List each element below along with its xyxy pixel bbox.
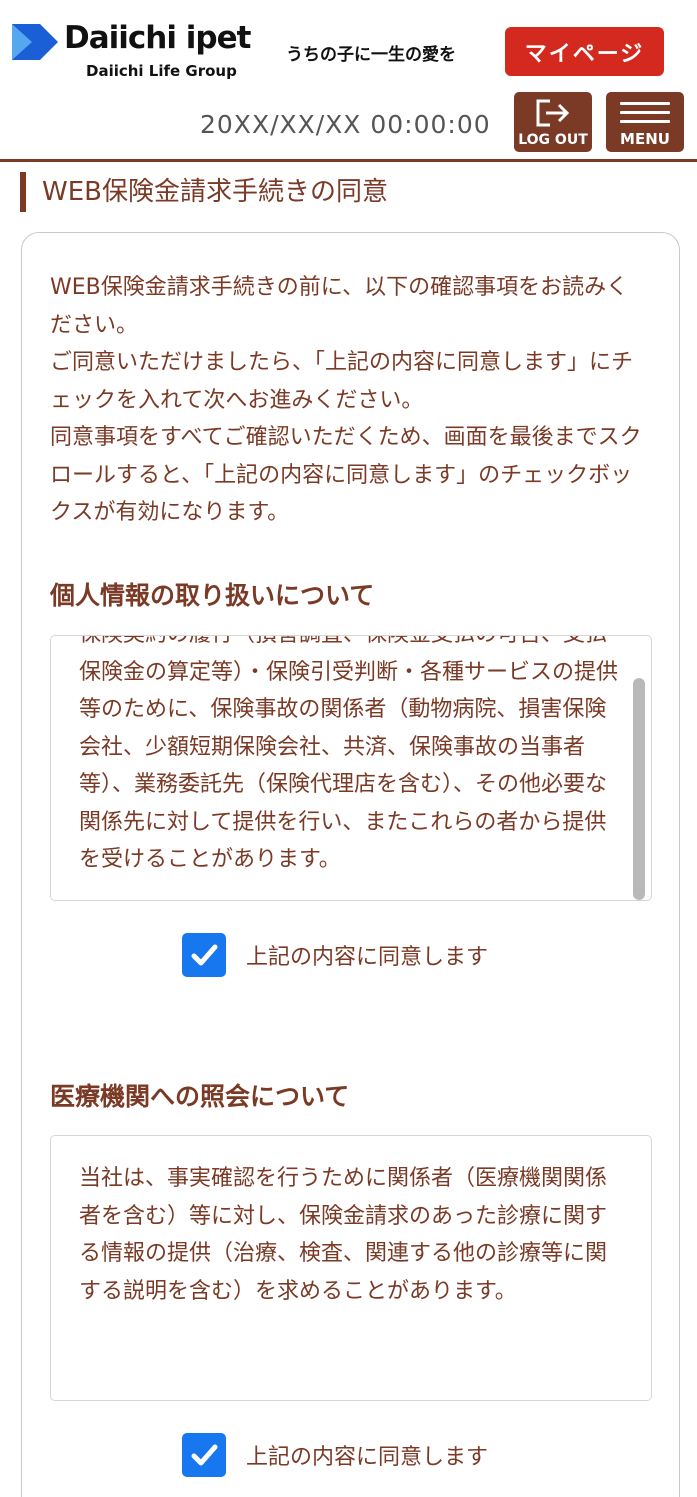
logo-mark-icon — [12, 24, 58, 60]
menu-button[interactable]: MENU — [606, 92, 684, 152]
agree-checkbox-privacy[interactable] — [182, 933, 226, 977]
logout-label: LOG OUT — [518, 132, 588, 148]
agree-row-privacy[interactable]: 上記の内容に同意します — [182, 933, 488, 977]
logout-icon — [536, 99, 570, 127]
privacy-scrollbox[interactable]: 保険契約の履行（損害調査、保険金支払の可否、支払保険金の算定等）・保険引受判断・… — [50, 635, 652, 901]
checkmark-icon — [191, 1444, 218, 1466]
medical-scrollbox[interactable]: 当社は、事実確認を行うために関係者（医療機関関係者を含む）等に対し、保険金請求の… — [50, 1135, 652, 1401]
consent-card: WEB保険金請求手続きの前に、以下の確認事項をお読みください。 ご同意いただけま… — [21, 232, 680, 1497]
brand-logo[interactable]: Daiichi ipet Daiichi Life Group — [10, 20, 251, 90]
current-datetime: 20XX/XX/XX 00:00:00 — [200, 110, 491, 139]
tagline: うちの子に一生の愛を — [286, 45, 456, 65]
section-heading-privacy: 個人情報の取り扱いについて — [50, 581, 375, 610]
medical-body: 当社は、事実確認を行うために関係者（医療機関関係者を含む）等に対し、保険金請求の… — [79, 1166, 608, 1304]
privacy-body: 保険契約の履行（損害調査、保険金支払の可否、支払保険金の算定等）・保険引受判断・… — [79, 636, 619, 872]
agree-checkbox-medical[interactable] — [182, 1433, 226, 1477]
logout-button[interactable]: LOG OUT — [514, 92, 592, 152]
logo-text: Daiichi ipet — [64, 20, 251, 56]
section-heading-medical: 医療機関への照会について — [50, 1082, 350, 1111]
mypage-button[interactable]: マイページ — [505, 27, 664, 76]
page-title: WEB保険金請求手続きの同意 — [20, 172, 388, 212]
agree-label-privacy: 上記の内容に同意します — [246, 945, 489, 970]
agree-label-medical: 上記の内容に同意します — [246, 1445, 489, 1470]
menu-label: MENU — [620, 130, 670, 148]
logo-subtext: Daiichi Life Group — [86, 62, 237, 80]
checkmark-icon — [191, 944, 218, 966]
hamburger-icon — [620, 102, 670, 129]
app-header: Daiichi ipet Daiichi Life Group うちの子に一生の… — [0, 0, 697, 162]
privacy-scrollbar[interactable] — [633, 678, 645, 900]
agree-row-medical[interactable]: 上記の内容に同意します — [182, 1433, 488, 1477]
intro-text: WEB保険金請求手続きの前に、以下の確認事項をお読みください。 ご同意いただけま… — [50, 275, 642, 525]
